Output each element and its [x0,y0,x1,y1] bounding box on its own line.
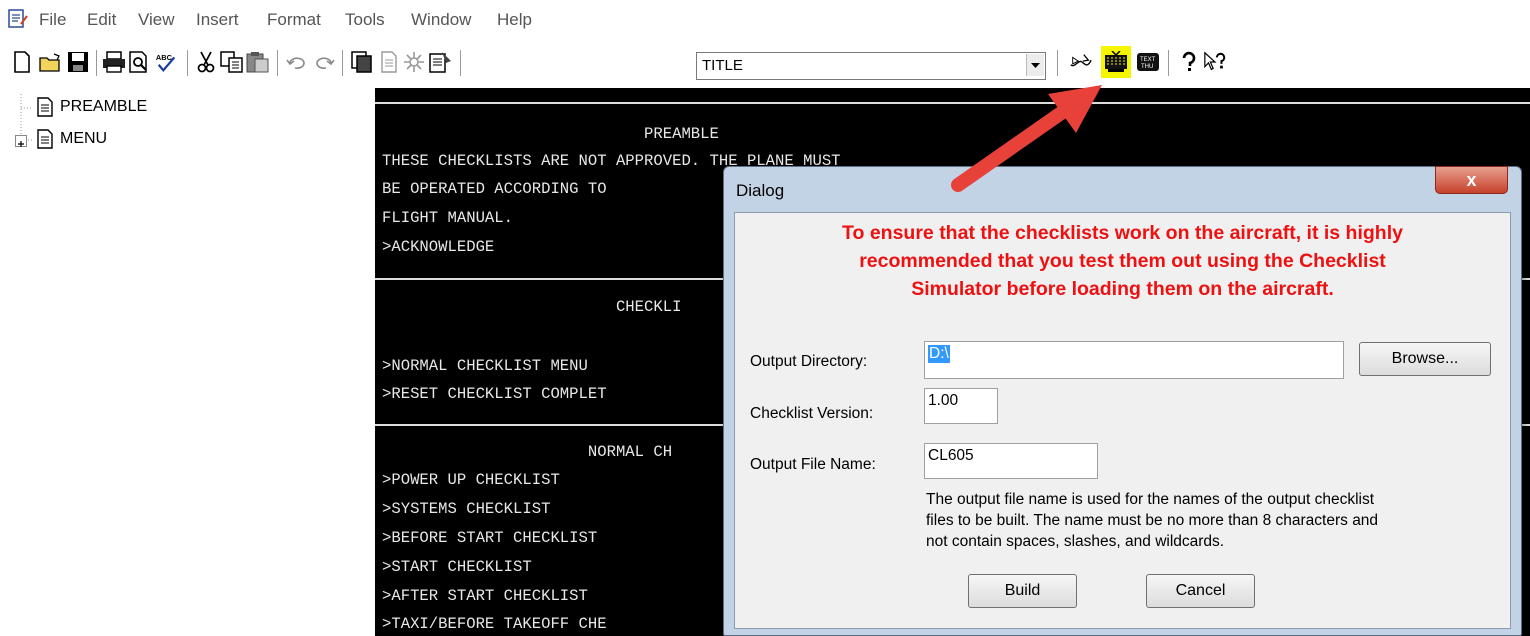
preview-line: >AFTER START CHECKLIST [382,587,588,605]
document-icon[interactable] [377,50,401,74]
menu-help[interactable]: Help [497,10,532,30]
output-directory-field[interactable]: D:\ [924,341,1344,379]
expand-icon[interactable] [15,135,27,147]
toolbar-separator [1168,50,1169,76]
undo-icon[interactable] [285,50,309,74]
tree-item-label: PREAMBLE [60,98,148,115]
preview-line: >SYSTEMS CHECKLIST [382,500,551,518]
cancel-button[interactable]: Cancel [1146,574,1255,608]
settings-icon[interactable] [402,50,426,74]
paste-icon[interactable] [246,50,270,74]
print-icon[interactable] [102,50,126,74]
properties-icon[interactable] [429,50,453,74]
toolbar-separator [342,50,343,76]
build-icon[interactable] [1101,46,1131,78]
menu-edit[interactable]: Edit [87,10,116,30]
outline-tree: PREAMBLE MENU [0,92,372,636]
toolbar-separator [277,50,278,76]
title-combo-value: TITLE [702,57,743,74]
warning-text-line: Simulator before loading them on the air… [911,278,1334,300]
document-icon [37,129,53,149]
menu-format[interactable]: Format [267,10,321,30]
redo-icon[interactable] [312,50,336,74]
new-icon[interactable] [10,50,34,74]
preview-line: >RESET CHECKLIST COMPLET [382,385,607,403]
tree-item-preamble[interactable]: PREAMBLE [36,97,147,117]
print-preview-icon[interactable] [127,50,151,74]
help-icon[interactable] [1177,50,1201,74]
save-icon[interactable] [66,50,90,74]
preview-line: CHECKLI [382,298,682,316]
preview-line: >TAXI/BEFORE TAKEOFF CHE [382,615,607,633]
context-help-icon[interactable] [1203,50,1227,74]
menu-view[interactable]: View [138,10,175,30]
output-file-name-label: Output File Name: [750,456,876,473]
preview-line: >BEFORE START CHECKLIST [382,529,598,547]
copy-icon[interactable] [220,50,244,74]
toolbar-separator [187,50,188,76]
build-button[interactable]: Build [968,574,1077,608]
chevron-down-icon[interactable] [1026,54,1044,76]
tree-item-menu[interactable]: MENU [36,129,107,149]
output-file-name-note: The output file name is used for the nam… [926,491,1379,550]
preview-line: NORMAL CH [382,443,673,461]
text-icon[interactable]: TEXT THU [1136,50,1160,74]
browse-button[interactable]: Browse... [1359,342,1491,376]
menu-insert[interactable]: Insert [196,10,239,30]
checklist-version-label: Checklist Version: [750,405,874,422]
checklist-version-field[interactable]: 1.00 [924,388,998,424]
dialog-title: Dialog [736,181,785,200]
preview-line: >ACKNOWLEDGE [382,238,495,256]
preview-line: >START CHECKLIST [382,558,532,576]
tree-item-label: MENU [60,130,108,147]
cut-icon[interactable] [194,50,218,74]
menu-tools[interactable]: Tools [345,10,385,30]
dialog-titlebar[interactable]: Dialog x [724,166,1521,211]
title-combo[interactable]: TITLE [696,52,1046,80]
menu-file[interactable]: File [39,10,66,30]
warning-text-line: recommended that you test them out using… [859,250,1386,272]
output-directory-label: Output Directory: [750,353,868,370]
close-button[interactable]: x [1435,166,1508,194]
preview-line: BE OPERATED ACCORDING TO [382,180,607,198]
document-icon [37,97,53,117]
app-icon[interactable] [7,9,29,29]
warning-text-line: To ensure that the checklists work on th… [842,222,1403,244]
preview-line: >POWER UP CHECKLIST [382,471,560,489]
preview-line: >NORMAL CHECKLIST MENU [382,357,588,375]
output-file-name-field[interactable]: CL605 [924,443,1098,479]
svg-text:THU: THU [1141,64,1153,70]
page-icon[interactable] [350,50,374,74]
preview-line: PREAMBLE [382,125,719,143]
toolbar-separator [1057,50,1058,76]
spellcheck-icon[interactable]: ABC [155,50,179,74]
simulate-icon[interactable] [1069,50,1093,74]
toolbar-separator [96,50,97,76]
open-icon[interactable] [39,50,63,74]
toolbar-separator [460,50,461,76]
svg-text:TEXT: TEXT [1140,57,1156,63]
preview-line: FLIGHT MANUAL. [382,209,514,227]
menu-window[interactable]: Window [411,10,471,30]
build-dialog: Dialog x To ensure that the checklists w… [723,166,1522,636]
menu-bar: File Edit View Insert Format Tools Windo… [0,0,1530,40]
dialog-body: To ensure that the checklists work on th… [734,212,1511,629]
divider [375,102,1530,104]
